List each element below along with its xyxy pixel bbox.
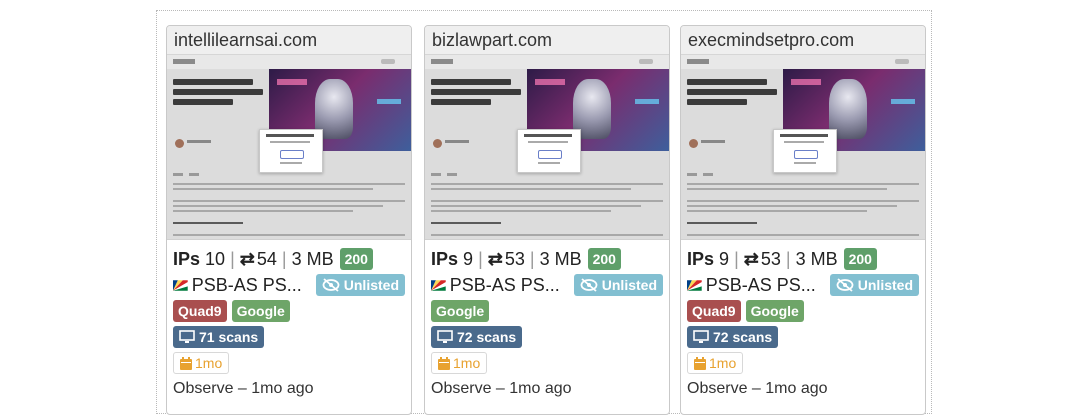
scans-row: 72 scans xyxy=(687,324,919,350)
asn-name[interactable]: PSB-AS PS... xyxy=(706,275,816,296)
transfer-count: 53 xyxy=(760,248,781,269)
scans-badge[interactable]: 72 scans xyxy=(687,326,779,348)
asn-row: PSB-AS PS... Unlisted xyxy=(687,272,919,298)
asn-name[interactable]: PSB-AS PS... xyxy=(450,275,560,296)
eye-slash-icon xyxy=(322,278,340,292)
tags-row: Quad9 Google xyxy=(687,298,919,324)
scans-row: 71 scans xyxy=(173,324,405,350)
result-card[interactable]: intellilearnsai.com IPs 10 | ⇄ 54 | 3 MB … xyxy=(166,25,412,415)
transfer-arrows-icon: ⇄ xyxy=(239,248,255,269)
seychelles-flag-icon xyxy=(431,279,446,291)
thumbnail-modal xyxy=(773,129,837,173)
results-grid: intellilearnsai.com IPs 10 | ⇄ 54 | 3 MB … xyxy=(156,10,932,415)
result-card[interactable]: execmindsetpro.com IPs 9 | ⇄ 53 | 3 MB 20… xyxy=(680,25,926,415)
unlisted-badge: Unlisted xyxy=(315,274,405,296)
tag-quad9[interactable]: Quad9 xyxy=(687,300,741,322)
monitor-icon xyxy=(693,330,709,343)
transfer-count: 53 xyxy=(504,248,525,269)
page-screenshot-thumbnail[interactable] xyxy=(681,55,925,240)
thumbnail-heading xyxy=(687,79,779,109)
age-row: 1mo xyxy=(687,350,919,376)
tags-row: Quad9 Google xyxy=(173,298,405,324)
stats-row: IPs 9 | ⇄ 53 | 3 MB 200 xyxy=(431,246,663,272)
ips-label: IPs xyxy=(687,248,715,269)
observe-link[interactable]: Observe – 1mo ago xyxy=(173,380,405,398)
calendar-icon xyxy=(180,356,192,370)
stats-row: IPs 9 | ⇄ 53 | 3 MB 200 xyxy=(687,246,919,272)
eye-slash-icon xyxy=(580,278,598,292)
status-badge: 200 xyxy=(587,248,621,270)
asn-row: PSB-AS PS... Unlisted xyxy=(173,272,405,298)
age-badge: 1mo xyxy=(687,352,744,374)
ips-label: IPs xyxy=(431,248,459,269)
calendar-icon xyxy=(694,356,706,370)
page-size: 3 MB xyxy=(291,248,334,269)
seychelles-flag-icon xyxy=(687,279,702,291)
unlisted-badge: Unlisted xyxy=(573,274,663,296)
thumbnail-modal xyxy=(517,129,581,173)
scans-badge[interactable]: 72 scans xyxy=(431,326,523,348)
page-size: 3 MB xyxy=(539,248,582,269)
thumbnail-heading xyxy=(173,79,265,109)
age-row: 1mo xyxy=(431,350,663,376)
seychelles-flag-icon xyxy=(173,279,188,291)
card-domain[interactable]: intellilearnsai.com xyxy=(167,26,411,55)
stats-row: IPs 10 | ⇄ 54 | 3 MB 200 xyxy=(173,246,405,272)
page-screenshot-thumbnail[interactable] xyxy=(425,55,669,240)
observe-link[interactable]: Observe – 1mo ago xyxy=(431,380,663,398)
tag-google[interactable]: Google xyxy=(745,300,804,322)
thumbnail-heading xyxy=(431,79,523,109)
age-badge: 1mo xyxy=(431,352,488,374)
eye-slash-icon xyxy=(836,278,854,292)
transfer-arrows-icon: ⇄ xyxy=(487,248,503,269)
asn-name[interactable]: PSB-AS PS... xyxy=(192,275,302,296)
transfer-count: 54 xyxy=(256,248,277,269)
observe-link[interactable]: Observe – 1mo ago xyxy=(687,380,919,398)
tag-google[interactable]: Google xyxy=(431,300,490,322)
status-badge: 200 xyxy=(843,248,877,270)
ips-count: 10 xyxy=(205,248,226,269)
ips-count: 9 xyxy=(719,248,730,269)
thumbnail-modal xyxy=(259,129,323,173)
status-badge: 200 xyxy=(339,248,373,270)
page-size: 3 MB xyxy=(795,248,838,269)
age-row: 1mo xyxy=(173,350,405,376)
scans-badge[interactable]: 71 scans xyxy=(173,326,265,348)
card-domain[interactable]: execmindsetpro.com xyxy=(681,26,925,55)
result-card[interactable]: bizlawpart.com IPs 9 | ⇄ 53 | 3 MB 200 P… xyxy=(424,25,670,415)
age-badge: 1mo xyxy=(173,352,230,374)
monitor-icon xyxy=(437,330,453,343)
calendar-icon xyxy=(438,356,450,370)
unlisted-badge: Unlisted xyxy=(829,274,919,296)
monitor-icon xyxy=(179,330,195,343)
tags-row: Google xyxy=(431,298,663,324)
card-domain[interactable]: bizlawpart.com xyxy=(425,26,669,55)
asn-row: PSB-AS PS... Unlisted xyxy=(431,272,663,298)
tag-quad9[interactable]: Quad9 xyxy=(173,300,227,322)
ips-count: 9 xyxy=(463,248,474,269)
page-screenshot-thumbnail[interactable] xyxy=(167,55,411,240)
transfer-arrows-icon: ⇄ xyxy=(743,248,759,269)
ips-label: IPs xyxy=(173,248,201,269)
tag-google[interactable]: Google xyxy=(231,300,290,322)
scans-row: 72 scans xyxy=(431,324,663,350)
